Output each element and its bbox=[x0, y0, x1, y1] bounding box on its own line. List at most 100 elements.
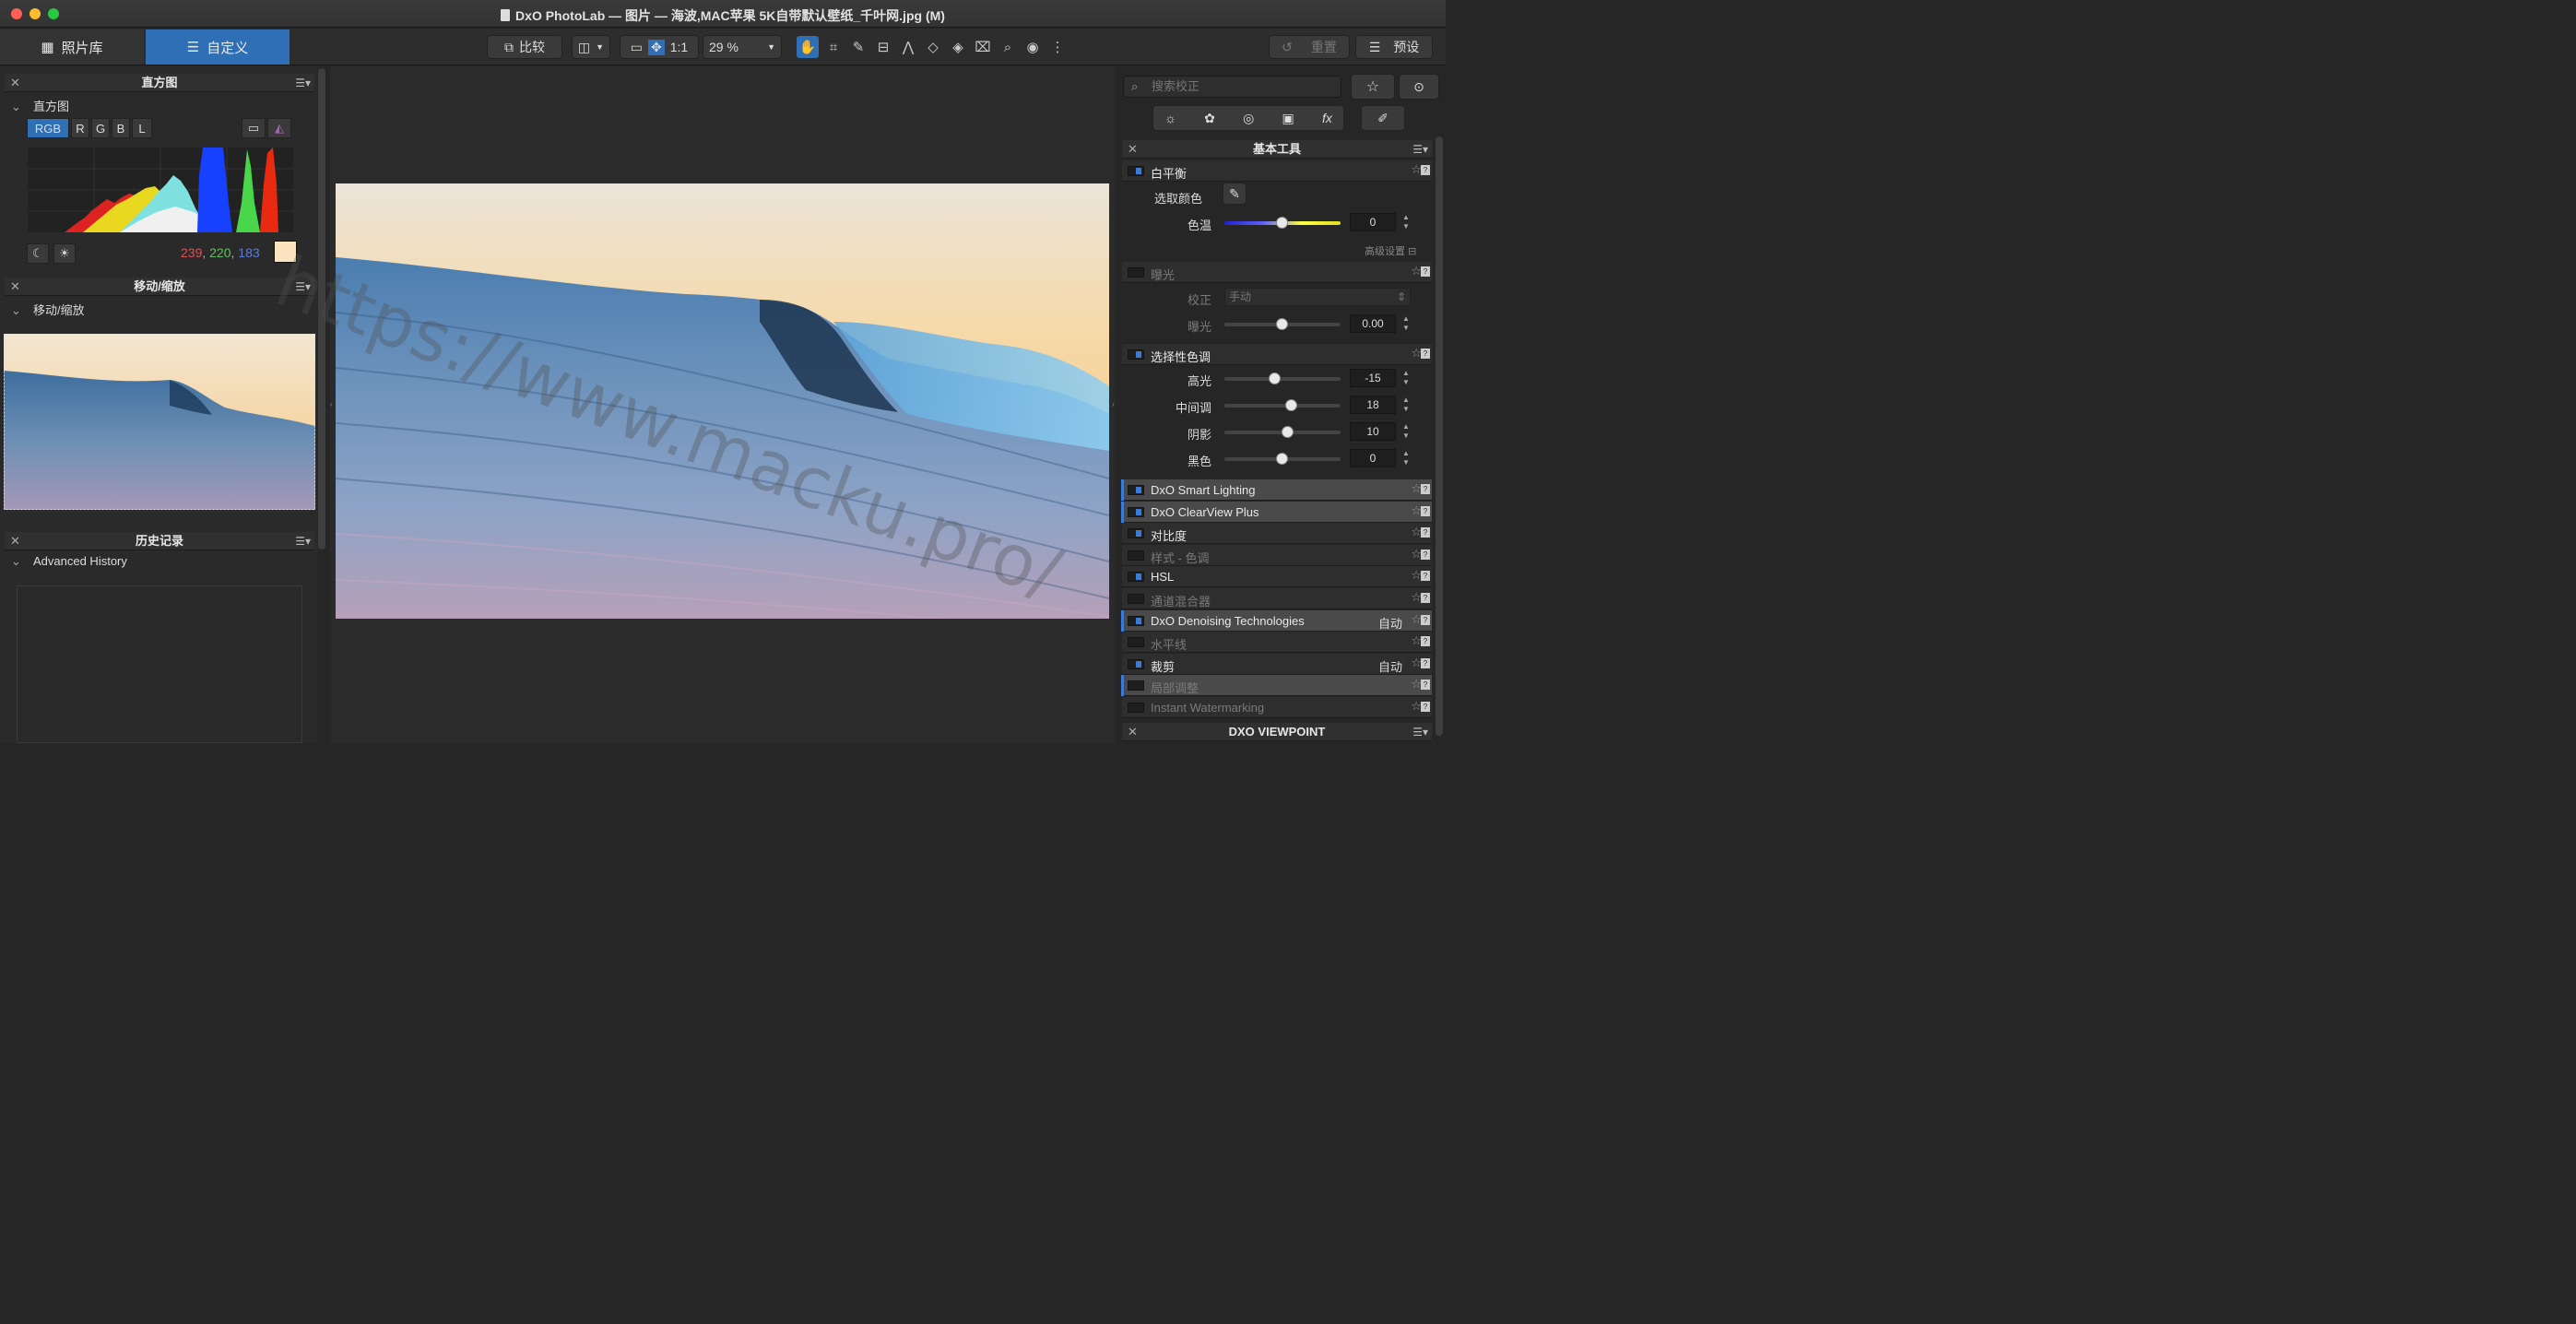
repair-icon[interactable]: ⌕ bbox=[997, 36, 1019, 58]
history-list[interactable] bbox=[17, 585, 302, 743]
close-icon[interactable]: ✕ bbox=[10, 278, 20, 296]
toggle-button[interactable]: ⊙ bbox=[1399, 74, 1439, 100]
enable-toggle[interactable] bbox=[1128, 594, 1144, 604]
panel-menu-icon[interactable]: ☰▾ bbox=[295, 532, 311, 550]
help-icon[interactable]: ? bbox=[1421, 658, 1430, 668]
tool-exposure[interactable]: 曝光 ☆? bbox=[1122, 262, 1432, 283]
shadows-stepper[interactable]: ▲ ▼ bbox=[1400, 422, 1412, 441]
help-icon[interactable]: ? bbox=[1421, 506, 1430, 516]
monitor-icon[interactable]: ▭ bbox=[242, 118, 266, 138]
highlights-slider[interactable] bbox=[1224, 372, 1341, 384]
help-icon[interactable]: ? bbox=[1421, 680, 1430, 690]
channel-g[interactable]: G bbox=[91, 118, 110, 138]
effects-icon[interactable]: fx bbox=[1322, 111, 1332, 125]
perspective-rect-icon[interactable]: ◇ bbox=[922, 36, 944, 58]
split-view-dropdown[interactable]: ◫ ▼ bbox=[572, 35, 610, 59]
slider-knob[interactable] bbox=[1276, 217, 1288, 229]
eyedropper-icon[interactable]: ✎ bbox=[847, 36, 869, 58]
local-palette-button[interactable]: ✐ bbox=[1361, 105, 1405, 131]
zoom-select[interactable]: 29 % ▼ bbox=[703, 35, 782, 59]
gamut-icon[interactable]: ◭ bbox=[267, 118, 291, 138]
help-icon[interactable]: ? bbox=[1421, 615, 1430, 625]
close-icon[interactable]: ✕ bbox=[10, 532, 20, 550]
exposure-stepper[interactable]: ▲ ▼ bbox=[1400, 314, 1412, 333]
slider-knob[interactable] bbox=[1276, 318, 1288, 330]
tool-channel-mixer[interactable]: 通道混合器 ☆? bbox=[1122, 588, 1432, 609]
help-icon[interactable]: ? bbox=[1421, 636, 1430, 646]
tool-crop[interactable]: 裁剪 自动 ☆? bbox=[1122, 654, 1432, 675]
left-collapse-handle[interactable]: ‹ bbox=[330, 400, 334, 408]
image-viewer[interactable]: ‹ › bbox=[330, 66, 1116, 743]
enable-toggle[interactable] bbox=[1128, 528, 1144, 538]
tool-horizon[interactable]: 水平线 ☆? bbox=[1122, 632, 1432, 653]
slider-knob[interactable] bbox=[1269, 372, 1281, 384]
help-icon[interactable]: ? bbox=[1421, 593, 1430, 603]
help-icon[interactable]: ? bbox=[1421, 571, 1430, 581]
tool-selective-tone[interactable]: 选择性色调 ☆? bbox=[1122, 344, 1432, 365]
enable-toggle[interactable] bbox=[1128, 703, 1144, 713]
light-icon[interactable]: ☼ bbox=[1164, 111, 1176, 125]
tool-smart-lighting[interactable]: DxO Smart Lighting ☆? bbox=[1121, 479, 1432, 501]
slider-knob[interactable] bbox=[1285, 399, 1297, 411]
blacks-stepper[interactable]: ▲ ▼ bbox=[1400, 449, 1412, 467]
enable-toggle[interactable] bbox=[1128, 550, 1144, 561]
enable-toggle[interactable] bbox=[1128, 349, 1144, 360]
geometry-icon[interactable]: ▣ bbox=[1282, 111, 1294, 126]
temperature-slider[interactable] bbox=[1224, 217, 1341, 229]
temperature-stepper[interactable]: ▲ ▼ bbox=[1400, 213, 1412, 231]
channel-r[interactable]: R bbox=[71, 118, 89, 138]
search-input[interactable] bbox=[1152, 79, 1336, 93]
enable-toggle[interactable] bbox=[1128, 166, 1144, 176]
channel-b[interactable]: B bbox=[112, 118, 130, 138]
enable-toggle[interactable] bbox=[1128, 616, 1144, 626]
history-subheader[interactable]: ⌄ Advanced History bbox=[11, 554, 127, 569]
eye-icon[interactable]: ◉ bbox=[1022, 36, 1044, 58]
main-image[interactable] bbox=[336, 183, 1109, 619]
enable-toggle[interactable] bbox=[1128, 485, 1144, 495]
blacks-value[interactable]: 0 bbox=[1350, 449, 1396, 467]
tab-photo-library[interactable]: ▦ 照片库 bbox=[0, 30, 144, 65]
close-icon[interactable]: ✕ bbox=[1128, 723, 1138, 741]
histogram-subheader[interactable]: ⌄ 直方图 bbox=[11, 97, 69, 114]
reset-button[interactable]: ↺ 重置 bbox=[1269, 35, 1350, 59]
eyedropper-icon[interactable]: ✎ bbox=[1223, 183, 1247, 205]
tool-denoising[interactable]: DxO Denoising Technologies 自动 ☆? bbox=[1121, 610, 1432, 632]
close-icon[interactable]: ✕ bbox=[1128, 140, 1138, 159]
help-icon[interactable]: ? bbox=[1421, 527, 1430, 538]
help-icon[interactable]: ? bbox=[1421, 165, 1430, 175]
compare-button[interactable]: ⧉ 比较 bbox=[487, 35, 562, 59]
presets-button[interactable]: ☰ 预设 bbox=[1355, 35, 1433, 59]
advanced-settings[interactable]: 高级设置 ⊟ bbox=[1365, 243, 1416, 258]
move-zoom-subheader[interactable]: ⌄ 移动/缩放 bbox=[11, 301, 85, 318]
blacks-slider[interactable] bbox=[1224, 453, 1341, 465]
help-icon[interactable]: ? bbox=[1421, 484, 1430, 494]
perspective-8pt-icon[interactable]: ◈ bbox=[947, 36, 969, 58]
move-icon[interactable]: ✥ bbox=[648, 39, 665, 55]
tool-hsl[interactable]: HSL ☆? bbox=[1122, 566, 1432, 587]
favorites-button[interactable]: ☆ bbox=[1351, 74, 1395, 100]
volume-deformation-icon[interactable]: ⌧ bbox=[972, 36, 994, 58]
midtones-slider[interactable] bbox=[1224, 399, 1341, 411]
channel-rgb[interactable]: RGB bbox=[27, 118, 69, 138]
enable-toggle[interactable] bbox=[1128, 637, 1144, 647]
navigator-thumbnail[interactable] bbox=[4, 334, 315, 510]
tool-white-balance[interactable]: 白平衡 ☆? bbox=[1122, 160, 1432, 182]
help-icon[interactable]: ? bbox=[1421, 702, 1430, 712]
left-panel-scrollbar[interactable] bbox=[318, 68, 325, 550]
close-icon[interactable]: ✕ bbox=[10, 74, 20, 92]
highlights-stepper[interactable]: ▲ ▼ bbox=[1400, 369, 1412, 387]
exposure-slider[interactable] bbox=[1224, 318, 1341, 330]
color-icon[interactable]: ✿ bbox=[1204, 111, 1215, 126]
correction-select[interactable]: 手动 ⇕ bbox=[1224, 288, 1411, 306]
enable-toggle[interactable] bbox=[1128, 680, 1144, 691]
shadows-value[interactable]: 10 bbox=[1350, 422, 1396, 441]
help-icon[interactable]: ? bbox=[1421, 550, 1430, 560]
temperature-value[interactable]: 0 bbox=[1350, 213, 1396, 231]
channel-l[interactable]: L bbox=[132, 118, 152, 138]
one-to-one-button[interactable]: 1:1 bbox=[670, 40, 688, 54]
enable-toggle[interactable] bbox=[1128, 572, 1144, 582]
tool-local-adjustments[interactable]: 局部调整 ☆? bbox=[1121, 675, 1432, 696]
tool-style-tone[interactable]: 样式 - 色调 ☆? bbox=[1122, 545, 1432, 566]
right-panel-scrollbar[interactable] bbox=[1436, 136, 1443, 736]
enable-toggle[interactable] bbox=[1128, 267, 1144, 278]
